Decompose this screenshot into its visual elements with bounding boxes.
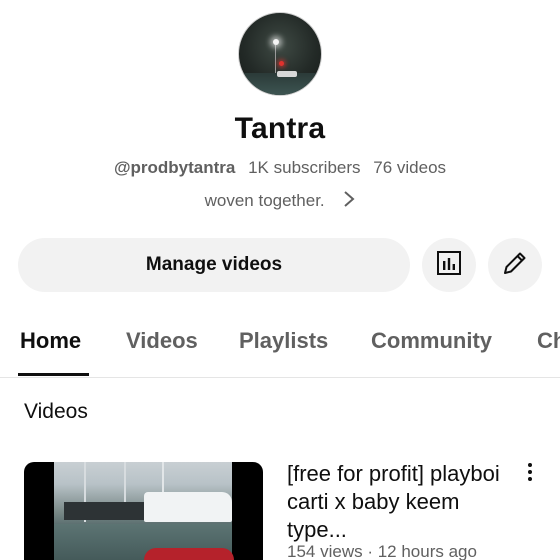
more-options-button[interactable] bbox=[520, 462, 540, 486]
channel-tabs: Home Videos Playlists Community Ch bbox=[0, 318, 560, 378]
tab-community[interactable]: Community bbox=[371, 328, 492, 354]
channel-meta: @prodbytantra 1K subscribers 76 videos bbox=[0, 158, 560, 178]
pencil-icon bbox=[501, 249, 529, 282]
bar-chart-icon bbox=[436, 250, 462, 281]
channel-handle: @prodbytantra bbox=[113, 158, 236, 177]
avatar-boat bbox=[277, 71, 297, 77]
video-meta: 154 views · 12 hours ago bbox=[287, 542, 477, 560]
tab-playlists[interactable]: Playlists bbox=[239, 328, 328, 354]
thumbnail-boat bbox=[64, 502, 154, 520]
video-thumbnail[interactable] bbox=[24, 462, 263, 560]
manage-videos-button[interactable]: Manage videos bbox=[18, 238, 410, 292]
description-text: woven together. bbox=[204, 190, 325, 210]
thumbnail-car bbox=[144, 548, 234, 560]
avatar-red-light bbox=[279, 61, 284, 66]
channel-description[interactable]: woven together. bbox=[0, 190, 560, 213]
avatar-light bbox=[273, 39, 279, 45]
section-title: Videos bbox=[24, 400, 88, 423]
more-vertical-icon bbox=[527, 462, 533, 487]
video-count: 76 videos bbox=[373, 158, 447, 177]
thumbnail-yacht bbox=[144, 492, 232, 522]
channel-name: Tantra bbox=[234, 112, 326, 145]
active-tab-indicator bbox=[18, 373, 89, 376]
avatar-mast bbox=[275, 45, 276, 73]
video-title[interactable]: [free for profit] playboi carti x baby k… bbox=[287, 460, 507, 544]
analytics-button[interactable] bbox=[422, 238, 476, 292]
tab-channels[interactable]: Ch bbox=[537, 328, 560, 354]
edit-channel-button[interactable] bbox=[488, 238, 542, 292]
tab-home[interactable]: Home bbox=[20, 328, 81, 354]
chevron-right-icon bbox=[343, 190, 355, 213]
channel-avatar[interactable] bbox=[238, 12, 322, 96]
subscriber-count: 1K subscribers bbox=[248, 158, 361, 177]
tab-videos[interactable]: Videos bbox=[126, 328, 198, 354]
